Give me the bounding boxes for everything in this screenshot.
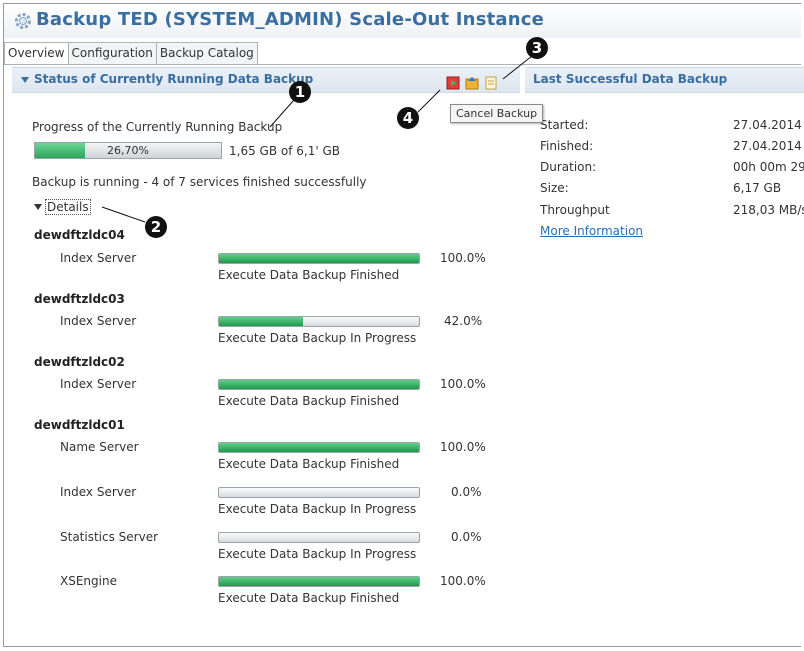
collapse-icon[interactable] [21,77,29,83]
service-progress-bar [218,576,420,587]
refresh-icon[interactable] [465,76,479,90]
service-name: Name Server [60,440,139,454]
last-backup-title: Last Successful Data Backup [533,72,728,86]
last-backup-header: Last Successful Data Backup [525,67,804,93]
progress-label: Progress of the Currently Running Backup [32,120,283,134]
last-started-label: Started: [540,118,589,132]
service-name: XSEngine [60,574,117,588]
service-percent: 100.0% [440,574,486,588]
cancel-backup-icon[interactable] [446,76,460,90]
service-percent: 100.0% [440,377,486,391]
gear-icon [15,13,31,29]
backup-status-text: Backup is running - 4 of 7 services fini… [32,175,367,189]
service-name: Index Server [60,251,137,265]
service-progress-bar [218,487,420,498]
callout-1: 1 [289,81,311,103]
last-started-value: 27.04.2014 1( [733,118,804,132]
service-progress-bar [218,253,420,264]
callout-2: 2 [145,216,167,238]
last-throughput-label: Throughput [540,203,610,217]
service-name: Index Server [60,485,137,499]
cancel-backup-tooltip: Cancel Backup [450,104,544,123]
service-progress-bar [218,379,420,390]
host-name: dewdftzldc01 [34,418,125,432]
details-expand-icon[interactable] [34,204,42,210]
progress-size: 1,65 GB of 6,1' GB [229,144,340,158]
tab-divider [4,64,801,65]
last-duration-value: 00h 00m 29s [733,160,804,174]
service-percent: 42.0% [444,314,483,328]
service-percent: 0.0% [451,485,482,499]
callout-3: 3 [526,37,548,59]
last-throughput-value: 218,03 MB/s [733,203,804,217]
tab-bar: Overview Configuration Backup Catalog [4,42,258,64]
service-progress-bar [218,442,420,453]
title-bar: Backup TED (SYSTEM_ADMIN) Scale-Out Inst… [4,4,801,38]
overall-progress-bar: 26,70% [34,142,222,159]
service-status: Execute Data Backup Finished [218,394,400,408]
service-progress-fill [219,380,419,389]
last-size-label: Size: [540,181,569,195]
details-toggle[interactable]: Details [45,199,91,215]
service-progress-fill [219,443,419,452]
service-name: Statistics Server [60,530,159,544]
callout-4: 4 [397,107,419,129]
more-information-link[interactable]: More Information [540,224,643,238]
service-percent: 0.0% [451,530,482,544]
service-name: Index Server [60,314,137,328]
service-progress-fill [219,577,419,586]
running-backup-title: Status of Currently Running Data Backup [34,72,314,86]
service-progress-fill [219,317,303,326]
service-status: Execute Data Backup Finished [218,268,400,282]
tab-configuration[interactable]: Configuration [67,42,157,64]
last-size-value: 6,17 GB [733,181,782,195]
service-status: Execute Data Backup In Progress [218,502,417,516]
service-progress-fill [219,254,419,263]
last-finished-label: Finished: [540,139,594,153]
service-status: Execute Data Backup In Progress [218,547,417,561]
service-status: Execute Data Backup In Progress [218,331,417,345]
tab-overview[interactable]: Overview [4,42,69,64]
tab-backup-catalog[interactable]: Backup Catalog [155,42,258,64]
service-name: Index Server [60,377,137,391]
service-percent: 100.0% [440,440,486,454]
service-status: Execute Data Backup Finished [218,591,400,605]
service-progress-bar [218,532,420,543]
running-backup-header[interactable]: Status of Currently Running Data Backup [12,67,520,93]
window-title: Backup TED (SYSTEM_ADMIN) Scale-Out Inst… [36,9,545,30]
service-status: Execute Data Backup Finished [218,457,400,471]
last-duration-label: Duration: [540,160,597,174]
log-file-icon[interactable] [484,76,498,90]
last-finished-value: 27.04.2014 1( [733,139,804,153]
host-name: dewdftzldc02 [34,355,125,369]
overall-progress-percent: 26,70% [107,144,149,157]
host-name: dewdftzldc04 [34,228,125,242]
host-name: dewdftzldc03 [34,292,125,306]
service-percent: 100.0% [440,251,486,265]
service-progress-bar [218,316,420,327]
